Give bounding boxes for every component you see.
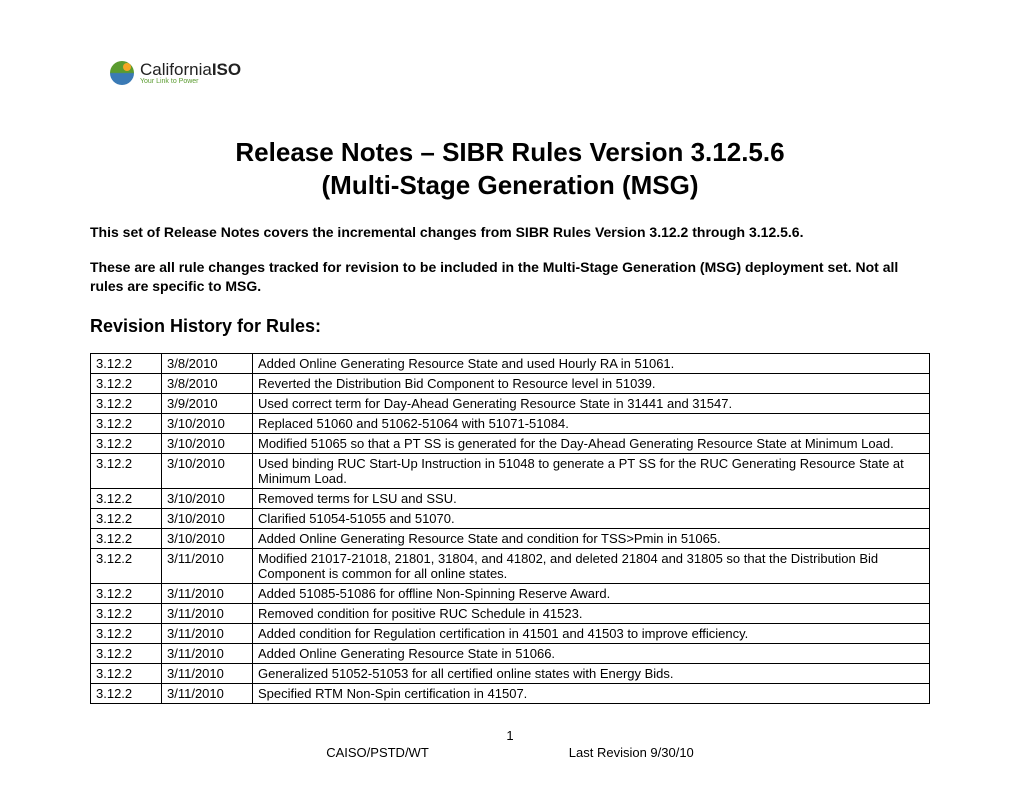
cell-description: Added condition for Regulation certifica… bbox=[253, 623, 930, 643]
cell-version: 3.12.2 bbox=[91, 353, 162, 373]
cell-description: Removed condition for positive RUC Sched… bbox=[253, 603, 930, 623]
footer-left: CAISO/PSTD/WT bbox=[326, 745, 429, 760]
table-row: 3.12.23/10/2010Modified 51065 so that a … bbox=[91, 433, 930, 453]
cell-date: 3/11/2010 bbox=[162, 643, 253, 663]
logo-brand-bold: ISO bbox=[212, 60, 241, 79]
revision-history-heading: Revision History for Rules: bbox=[90, 316, 930, 337]
footer: 1 CAISO/PSTD/WT Last Revision 9/30/10 bbox=[90, 728, 930, 760]
cell-date: 3/9/2010 bbox=[162, 393, 253, 413]
cell-version: 3.12.2 bbox=[91, 643, 162, 663]
page: CaliforniaISO Your Link to Power Release… bbox=[0, 0, 1020, 788]
table-row: 3.12.23/10/2010Clarified 51054-51055 and… bbox=[91, 508, 930, 528]
page-subtitle: (Multi-Stage Generation (MSG) bbox=[90, 170, 930, 201]
cell-date: 3/8/2010 bbox=[162, 373, 253, 393]
cell-date: 3/11/2010 bbox=[162, 623, 253, 643]
cell-date: 3/10/2010 bbox=[162, 528, 253, 548]
logo: CaliforniaISO Your Link to Power bbox=[110, 60, 930, 85]
table-row: 3.12.23/11/2010Added 51085-51086 for off… bbox=[91, 583, 930, 603]
cell-date: 3/10/2010 bbox=[162, 413, 253, 433]
cell-description: Used correct term for Day-Ahead Generati… bbox=[253, 393, 930, 413]
table-row: 3.12.23/8/2010Reverted the Distribution … bbox=[91, 373, 930, 393]
cell-version: 3.12.2 bbox=[91, 623, 162, 643]
cell-description: Added Online Generating Resource State i… bbox=[253, 643, 930, 663]
table-row: 3.12.23/11/2010Generalized 51052-51053 f… bbox=[91, 663, 930, 683]
cell-description: Replaced 51060 and 51062-51064 with 5107… bbox=[253, 413, 930, 433]
cell-description: Reverted the Distribution Bid Component … bbox=[253, 373, 930, 393]
table-row: 3.12.23/10/2010Added Online Generating R… bbox=[91, 528, 930, 548]
cell-description: Modified 21017-21018, 21801, 31804, and … bbox=[253, 548, 930, 583]
page-number: 1 bbox=[90, 728, 930, 743]
logo-text: CaliforniaISO Your Link to Power bbox=[140, 60, 241, 85]
logo-brand: CaliforniaISO bbox=[140, 60, 241, 80]
cell-date: 3/10/2010 bbox=[162, 508, 253, 528]
cell-version: 3.12.2 bbox=[91, 603, 162, 623]
cell-date: 3/10/2010 bbox=[162, 433, 253, 453]
cell-description: Used binding RUC Start-Up Instruction in… bbox=[253, 453, 930, 488]
cell-version: 3.12.2 bbox=[91, 508, 162, 528]
logo-brand-pre: California bbox=[140, 60, 212, 79]
cell-version: 3.12.2 bbox=[91, 663, 162, 683]
note-paragraph: These are all rule changes tracked for r… bbox=[90, 258, 930, 296]
table-row: 3.12.23/11/2010Added Online Generating R… bbox=[91, 643, 930, 663]
cell-date: 3/11/2010 bbox=[162, 683, 253, 703]
table-row: 3.12.23/11/2010Added condition for Regul… bbox=[91, 623, 930, 643]
cell-description: Added Online Generating Resource State a… bbox=[253, 528, 930, 548]
cell-date: 3/11/2010 bbox=[162, 583, 253, 603]
cell-description: Removed terms for LSU and SSU. bbox=[253, 488, 930, 508]
logo-globe-icon bbox=[110, 61, 134, 85]
cell-date: 3/10/2010 bbox=[162, 488, 253, 508]
table-row: 3.12.23/11/2010Specified RTM Non-Spin ce… bbox=[91, 683, 930, 703]
cell-description: Added 51085-51086 for offline Non-Spinni… bbox=[253, 583, 930, 603]
cell-description: Generalized 51052-51053 for all certifie… bbox=[253, 663, 930, 683]
cell-version: 3.12.2 bbox=[91, 548, 162, 583]
intro-paragraph: This set of Release Notes covers the inc… bbox=[90, 223, 930, 242]
cell-description: Specified RTM Non-Spin certification in … bbox=[253, 683, 930, 703]
cell-date: 3/11/2010 bbox=[162, 663, 253, 683]
cell-version: 3.12.2 bbox=[91, 528, 162, 548]
cell-version: 3.12.2 bbox=[91, 393, 162, 413]
cell-version: 3.12.2 bbox=[91, 583, 162, 603]
cell-date: 3/11/2010 bbox=[162, 603, 253, 623]
table-row: 3.12.23/8/2010Added Online Generating Re… bbox=[91, 353, 930, 373]
cell-description: Modified 51065 so that a PT SS is genera… bbox=[253, 433, 930, 453]
revision-history-table: 3.12.23/8/2010Added Online Generating Re… bbox=[90, 353, 930, 704]
cell-date: 3/11/2010 bbox=[162, 548, 253, 583]
cell-date: 3/10/2010 bbox=[162, 453, 253, 488]
page-title: Release Notes – SIBR Rules Version 3.12.… bbox=[90, 135, 930, 170]
cell-version: 3.12.2 bbox=[91, 488, 162, 508]
cell-version: 3.12.2 bbox=[91, 683, 162, 703]
cell-version: 3.12.2 bbox=[91, 413, 162, 433]
cell-version: 3.12.2 bbox=[91, 453, 162, 488]
table-row: 3.12.23/10/2010Removed terms for LSU and… bbox=[91, 488, 930, 508]
table-row: 3.12.23/9/2010Used correct term for Day-… bbox=[91, 393, 930, 413]
table-row: 3.12.23/10/2010Used binding RUC Start-Up… bbox=[91, 453, 930, 488]
cell-version: 3.12.2 bbox=[91, 373, 162, 393]
table-row: 3.12.23/11/2010Modified 21017-21018, 218… bbox=[91, 548, 930, 583]
cell-date: 3/8/2010 bbox=[162, 353, 253, 373]
table-row: 3.12.23/10/2010Replaced 51060 and 51062-… bbox=[91, 413, 930, 433]
table-row: 3.12.23/11/2010Removed condition for pos… bbox=[91, 603, 930, 623]
footer-right: Last Revision 9/30/10 bbox=[569, 745, 694, 760]
cell-version: 3.12.2 bbox=[91, 433, 162, 453]
cell-description: Added Online Generating Resource State a… bbox=[253, 353, 930, 373]
cell-description: Clarified 51054-51055 and 51070. bbox=[253, 508, 930, 528]
